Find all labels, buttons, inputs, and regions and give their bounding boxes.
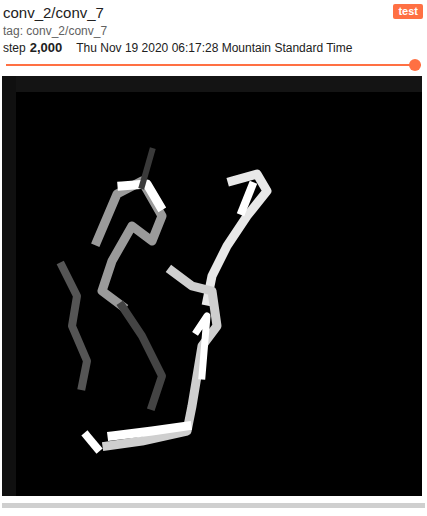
card-title: conv_2/conv_7 [3,3,104,23]
run-badge: test [393,4,423,19]
step-value: 2,000 [30,39,63,57]
step-slider[interactable] [6,58,421,72]
slider-fill [6,64,421,66]
slider-track[interactable] [6,64,421,66]
slider-thumb[interactable] [409,59,421,71]
timestamp: Thu Nov 19 2020 06:17:28 Mountain Standa… [76,39,352,57]
step-row: step 2,000 Thu Nov 19 2020 06:17:28 Moun… [0,39,427,57]
image-card: conv_2/conv_7 test tag: conv_2/conv_7 st… [0,0,427,516]
step-label: step [3,39,26,57]
tag-label: tag: conv_2/conv_7 [0,23,427,39]
scrollbar[interactable] [2,503,425,508]
feature-map-image [2,76,422,496]
